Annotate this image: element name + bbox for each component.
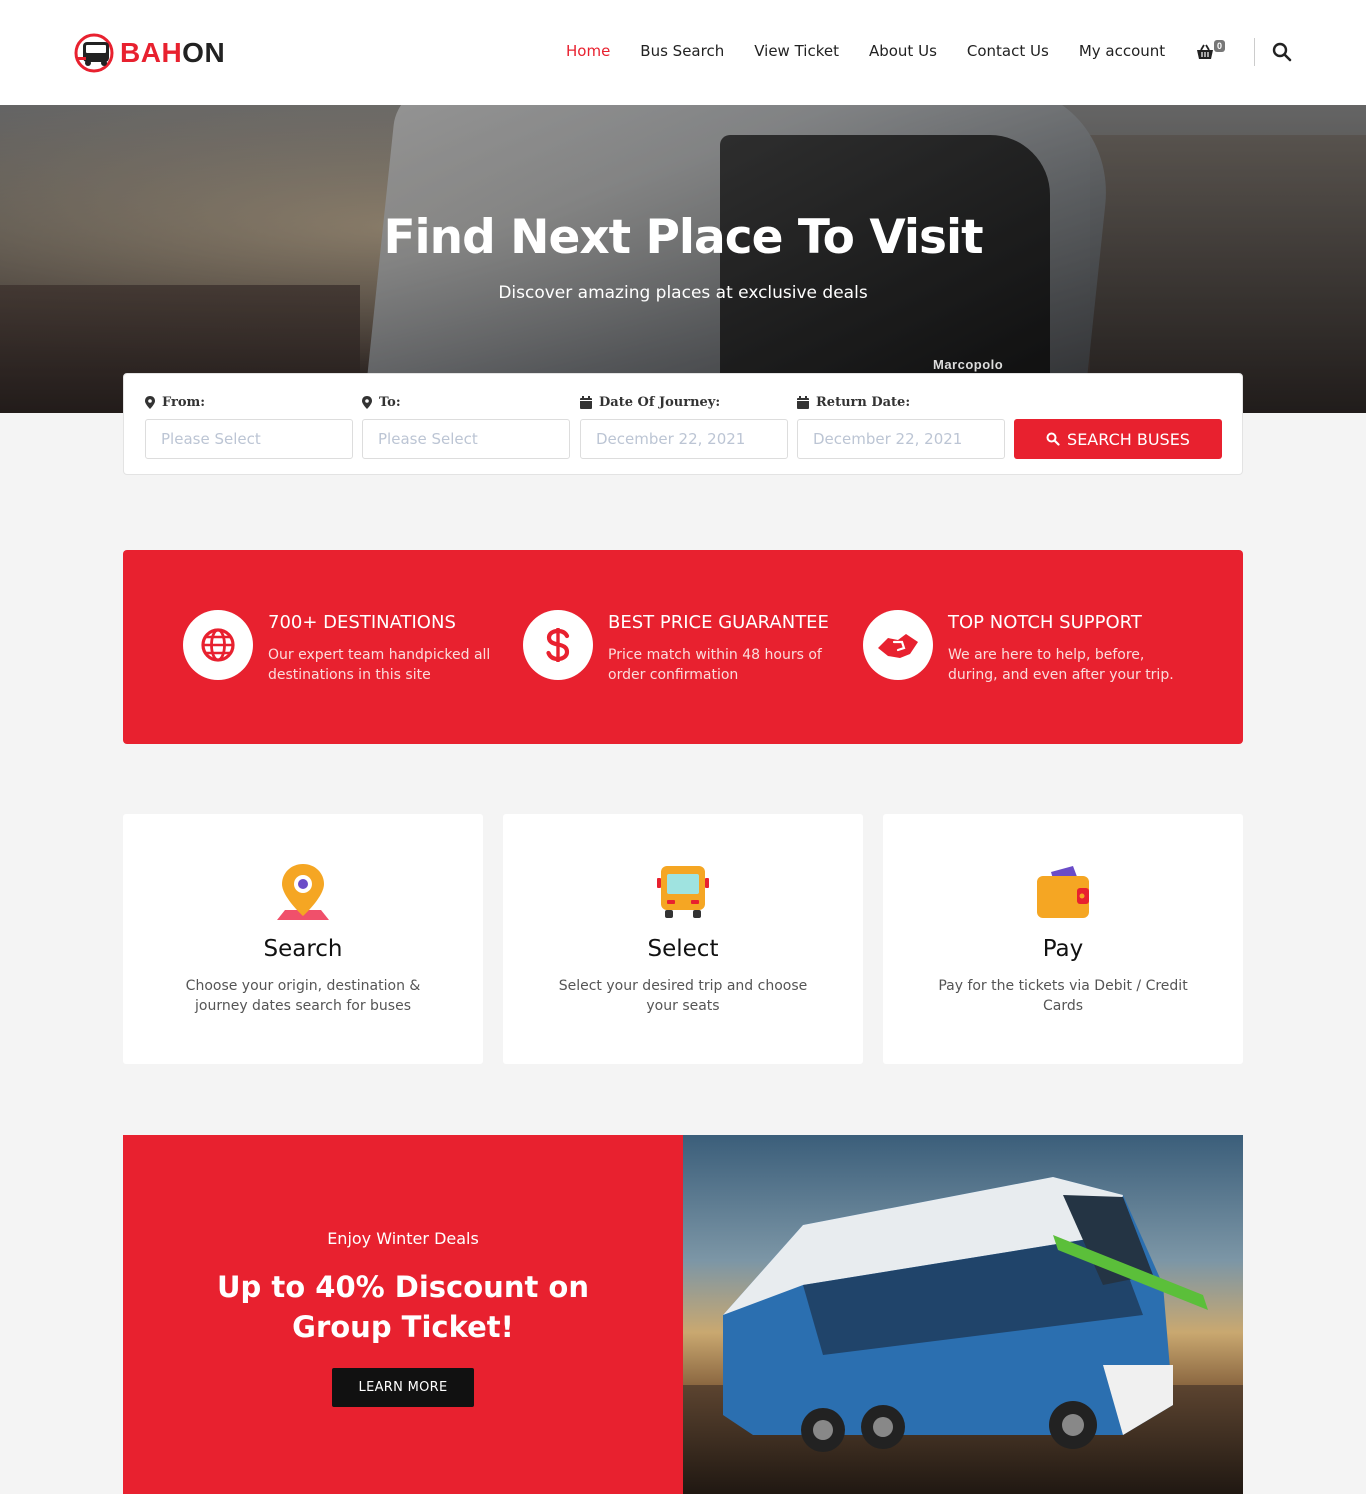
- promo-banner: Enjoy Winter Deals Up to 40% Discount on…: [123, 1135, 683, 1494]
- search-buses-label: SEARCH BUSES: [1067, 429, 1190, 449]
- nav-divider: [1254, 38, 1255, 66]
- nav-about-us[interactable]: About Us: [869, 42, 937, 60]
- search-icon[interactable]: [1272, 42, 1292, 62]
- features-band: 700+ DESTINATIONS Our expert team handpi…: [123, 550, 1243, 744]
- feature-title: 700+ DESTINATIONS: [268, 612, 456, 633]
- map-pin-icon: [273, 862, 333, 924]
- site-header: BAHON Home Bus Search View Ticket About …: [0, 0, 1366, 105]
- return-date-label: Return Date:: [797, 394, 1005, 410]
- nav-bus-search[interactable]: Bus Search: [640, 42, 724, 60]
- from-input[interactable]: [145, 419, 353, 459]
- nav-view-ticket[interactable]: View Ticket: [754, 42, 839, 60]
- brand-name-part2: ON: [182, 37, 226, 68]
- promo-title: Up to 40% Discount on Group Ticket!: [216, 1270, 589, 1344]
- step-card-search: Search Choose your origin, destination &…: [123, 814, 483, 1064]
- step-title: Select: [647, 936, 719, 962]
- search-icon: [1046, 432, 1060, 446]
- brand-name-part1: BAH: [120, 37, 183, 68]
- bus-search-form: From: To: Date Of Journey: Return Date: …: [123, 373, 1243, 475]
- nav-home[interactable]: Home: [566, 42, 610, 60]
- journey-date-label: Date Of Journey:: [580, 394, 788, 410]
- step-card-pay: Pay Pay for the tickets via Debit / Cred…: [883, 814, 1243, 1064]
- step-text: Choose your origin, destination & journe…: [185, 978, 421, 1014]
- step-text: Pay for the tickets via Debit / Credit C…: [938, 978, 1188, 1014]
- globe-icon: [183, 610, 253, 680]
- hero-subtitle: Discover amazing places at exclusive dea…: [498, 283, 868, 303]
- bus-logo-icon: [74, 33, 116, 73]
- journey-date-label-text: Date Of Journey:: [599, 394, 721, 410]
- brand-logo[interactable]: BAHON: [74, 33, 225, 73]
- to-field: To:: [362, 394, 570, 459]
- dollar-icon: [523, 610, 593, 680]
- return-date-label-text: Return Date:: [816, 394, 911, 410]
- journey-date-field: Date Of Journey:: [580, 394, 788, 459]
- to-label-text: To:: [379, 394, 401, 410]
- step-title: Pay: [1042, 936, 1084, 962]
- feature-text: We are here to help, before, during, and…: [948, 647, 1174, 683]
- handshake-icon: [863, 610, 933, 680]
- step-text: Select your desired trip and choose your…: [558, 978, 808, 1014]
- calendar-icon: [580, 395, 592, 409]
- from-field: From:: [145, 394, 353, 459]
- nav-my-account[interactable]: My account: [1079, 42, 1165, 60]
- learn-more-button[interactable]: LEARN MORE: [332, 1368, 474, 1407]
- brand-name: BAHON: [120, 37, 225, 69]
- to-input[interactable]: [362, 419, 570, 459]
- to-label: To:: [362, 394, 570, 410]
- return-date-field: Return Date:: [797, 394, 1005, 459]
- calendar-icon: [797, 395, 809, 409]
- feature-text: Our expert team handpicked all destinati…: [268, 647, 491, 683]
- from-label-text: From:: [162, 394, 206, 410]
- main-nav: Home Bus Search View Ticket About Us Con…: [566, 42, 1195, 60]
- bus-icon: [653, 862, 713, 924]
- journey-date-input[interactable]: [580, 419, 788, 459]
- feature-title: TOP NOTCH SUPPORT: [948, 612, 1142, 633]
- cart-button[interactable]: 0: [1196, 40, 1228, 64]
- feature-title: BEST PRICE GUARANTEE: [608, 612, 829, 633]
- wallet-icon: [1033, 862, 1093, 924]
- hero-banner: Marcopolo Find Next Place To Visit Disco…: [0, 105, 1366, 413]
- basket-icon: [1197, 44, 1213, 59]
- feature-text: Price match within 48 hours of order con…: [608, 647, 822, 683]
- step-title: Search: [263, 936, 343, 962]
- promo-eyebrow: Enjoy Winter Deals: [327, 1229, 479, 1248]
- hero-title: Find Next Place To Visit: [383, 210, 983, 265]
- promo-bus-image: [683, 1135, 1243, 1494]
- hero-bus-brand: Marcopolo: [933, 357, 1004, 372]
- from-label: From:: [145, 394, 353, 410]
- location-pin-icon: [362, 395, 372, 409]
- return-date-input[interactable]: [797, 419, 1005, 459]
- step-card-select: Select Select your desired trip and choo…: [503, 814, 863, 1064]
- search-buses-button[interactable]: SEARCH BUSES: [1014, 419, 1222, 459]
- location-pin-icon: [145, 395, 155, 409]
- double-decker-bus-illustration: [723, 1177, 1208, 1452]
- nav-contact-us[interactable]: Contact Us: [967, 42, 1049, 60]
- cart-count-badge: 0: [1214, 40, 1226, 52]
